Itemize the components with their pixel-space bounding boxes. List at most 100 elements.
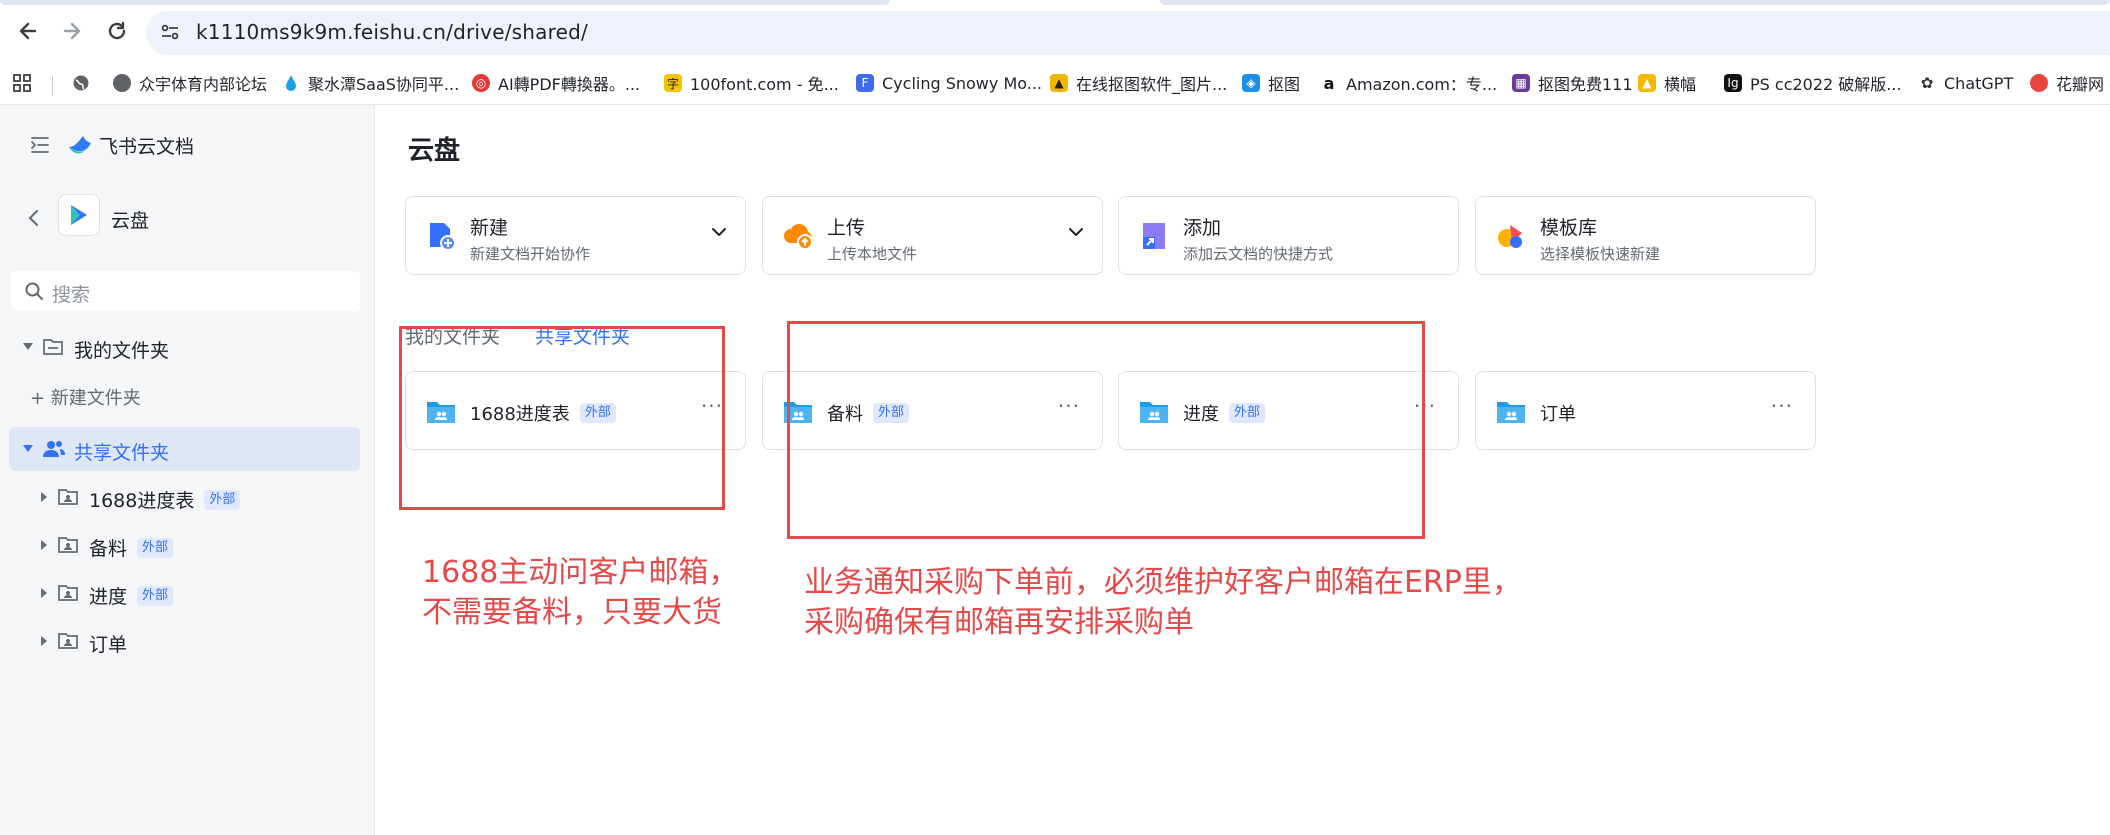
users-icon bbox=[42, 438, 66, 460]
form-icon: F bbox=[856, 74, 874, 92]
chatgpt-icon: ✿ bbox=[1918, 74, 1936, 92]
bookmark-huaban[interactable]: 花瓣网 - bbox=[2030, 70, 2110, 96]
tree-label: 我的文件夹 bbox=[74, 340, 170, 362]
card-title: 添加 bbox=[1183, 217, 1222, 239]
chevron-down-icon[interactable] bbox=[1068, 227, 1084, 237]
new-folder-button[interactable]: + 新建文件夹 bbox=[0, 375, 374, 415]
card-title: 新建 bbox=[470, 217, 509, 239]
annotation-line: 业务通知采购下单前，必须维护好客户邮箱在ERP里， bbox=[804, 565, 1522, 600]
tree-item[interactable]: 1688进度表 外部 bbox=[0, 477, 374, 517]
browser-tab-strip bbox=[0, 0, 890, 5]
sidebar: 飞书云文档 云盘 搜索 我的文件夹 + 新建文件夹 共享文件夹 1688进度表外… bbox=[0, 105, 375, 835]
bookmark-label: PS cc2022 破解版... bbox=[1750, 75, 1902, 94]
tree-label: 共享文件夹 bbox=[74, 442, 170, 464]
browser-toolbar: k1110ms9k9m.feishu.cn/drive/shared/ bbox=[0, 0, 2110, 62]
bookmark-label: 横幅 bbox=[1664, 75, 1697, 94]
cutout-icon: ◈ bbox=[1242, 74, 1260, 92]
annotation-line: 采购确保有邮箱再安排采购单 bbox=[804, 605, 1194, 640]
shared-folder-icon bbox=[57, 487, 79, 507]
bookmark-cutout[interactable]: ◈ 抠图 bbox=[1242, 70, 1300, 96]
chevron-left-icon[interactable] bbox=[27, 208, 41, 228]
annotation-box-2 bbox=[787, 321, 1425, 539]
folder-card[interactable]: 订单 ··· bbox=[1475, 371, 1816, 450]
annotation-note-2: 业务通知采购下单前，必须维护好客户邮箱在ERP里， 采购确保有邮箱再安排采购单 bbox=[804, 563, 1522, 643]
huaban-icon bbox=[2030, 74, 2048, 92]
caret-right-icon bbox=[40, 587, 48, 599]
reload-button[interactable] bbox=[103, 17, 131, 45]
caret-down-icon bbox=[22, 444, 34, 454]
tree-item[interactable]: 订单 bbox=[0, 621, 374, 661]
bookmark-chatgpt[interactable]: ✿ ChatGPT bbox=[1918, 70, 2013, 96]
tree-item-text: 1688进度表 bbox=[89, 490, 195, 512]
external-badge: 外部 bbox=[204, 489, 241, 510]
feishu-docs-logo-icon bbox=[67, 133, 93, 157]
tree-item[interactable]: 进度 外部 bbox=[0, 573, 374, 613]
grid-icon: ▦ bbox=[1512, 74, 1530, 92]
folder-name-text: 订单 bbox=[1540, 404, 1576, 425]
bookmark-forum[interactable]: 众宇体育内部论坛 bbox=[113, 70, 267, 96]
tree-item-label: 订单 bbox=[89, 634, 128, 656]
bookmark-label: 众宇体育内部论坛 bbox=[139, 75, 268, 94]
shared-folder-icon bbox=[57, 535, 79, 555]
bookmark-label: 抠图免费111 bbox=[1538, 75, 1633, 94]
site-info-icon[interactable] bbox=[160, 22, 180, 42]
forward-button[interactable] bbox=[58, 17, 86, 45]
globe-icon bbox=[73, 75, 89, 91]
hat-icon: ▲ bbox=[1050, 74, 1068, 92]
annotation-line: 不需要备料，只要大货 bbox=[422, 595, 722, 630]
folder-name: 订单 bbox=[1540, 400, 1576, 426]
bookmark-jushuitan[interactable]: 聚水潭SaaS协同平... bbox=[282, 70, 459, 96]
bookmark-banner[interactable]: ▲ 横幅 bbox=[1638, 70, 1696, 96]
tree-item-label: 备料 外部 bbox=[89, 534, 174, 561]
bookmark-cutout-free[interactable]: ▦ 抠图免费111 bbox=[1512, 70, 1633, 96]
new-doc-card[interactable]: 新建 新建文档开始协作 bbox=[405, 196, 746, 275]
amazon-icon: a bbox=[1320, 74, 1338, 93]
url-text[interactable]: k1110ms9k9m.feishu.cn/drive/shared/ bbox=[196, 20, 588, 44]
bookmarks-divider bbox=[52, 76, 53, 96]
new-doc-icon bbox=[426, 221, 456, 251]
bookmark-label: 花瓣网 - bbox=[2056, 75, 2110, 94]
annotation-line: 1688主动问客户邮箱， bbox=[422, 555, 739, 590]
add-shortcut-card[interactable]: 添加 添加云文档的快捷方式 bbox=[1118, 196, 1459, 275]
upload-card[interactable]: 上传 上传本地文件 bbox=[762, 196, 1103, 275]
external-badge: 外部 bbox=[137, 537, 174, 558]
shortcut-icon bbox=[1139, 221, 1169, 251]
tree-item-label: 1688进度表 外部 bbox=[89, 486, 241, 513]
bookmark-label: Amazon.com：专... bbox=[1346, 75, 1498, 94]
bookmark-ps[interactable]: Ig PS cc2022 破解版... bbox=[1724, 70, 1902, 96]
tree-item[interactable]: 备料 外部 bbox=[0, 525, 374, 565]
shared-folder-icon bbox=[1496, 399, 1526, 425]
bookmark-ai-pdf[interactable]: ◎ AI轉PDF轉換器。... bbox=[472, 70, 640, 96]
arrow-right-icon bbox=[63, 22, 81, 40]
bookmark-label: 抠图 bbox=[1268, 75, 1301, 94]
back-button[interactable] bbox=[14, 17, 42, 45]
caret-right-icon bbox=[40, 491, 48, 503]
globe-bookmark[interactable] bbox=[72, 70, 90, 96]
app-name[interactable]: 飞书云文档 bbox=[99, 132, 194, 159]
template-library-card[interactable]: 模板库 选择模板快速新建 bbox=[1475, 196, 1816, 275]
tree-my-folder[interactable]: 我的文件夹 bbox=[0, 327, 374, 367]
tree-shared-folder[interactable]: 共享文件夹 bbox=[9, 427, 360, 471]
search-input[interactable]: 搜索 bbox=[11, 271, 360, 311]
bookmark-cycling[interactable]: F Cycling Snowy Mo... bbox=[856, 70, 1042, 96]
shared-folder-icon bbox=[57, 631, 79, 651]
bookmark-100font[interactable]: 字 100font.com - 免... bbox=[664, 70, 839, 96]
bookmark-amazon[interactable]: a Amazon.com：专... bbox=[1320, 70, 1497, 96]
bookmark-label: 100font.com - 免... bbox=[690, 75, 839, 94]
collapse-sidebar-icon[interactable] bbox=[29, 134, 51, 156]
tree-item-label: 进度 外部 bbox=[89, 582, 174, 609]
bookmark-cutout-software[interactable]: ▲ 在线抠图软件_图片... bbox=[1050, 70, 1227, 96]
bookmarks-bar: 众宇体育内部论坛 聚水潭SaaS协同平... ◎ AI轉PDF轉換器。... 字… bbox=[0, 62, 2110, 105]
folder-icon bbox=[42, 337, 64, 357]
arrow-left-icon bbox=[19, 22, 37, 40]
globe-icon bbox=[113, 74, 131, 92]
caret-down-icon bbox=[22, 342, 34, 352]
template-icon bbox=[1496, 221, 1526, 251]
bookmark-label: ChatGPT bbox=[1944, 73, 2014, 93]
card-subtitle: 上传本地文件 bbox=[827, 245, 918, 263]
apps-grid-icon[interactable] bbox=[12, 70, 32, 96]
more-options-icon[interactable]: ··· bbox=[1771, 394, 1793, 418]
chevron-down-icon[interactable] bbox=[711, 227, 727, 237]
bookmark-label: Cycling Snowy Mo... bbox=[882, 73, 1043, 93]
card-title: 模板库 bbox=[1540, 217, 1598, 239]
